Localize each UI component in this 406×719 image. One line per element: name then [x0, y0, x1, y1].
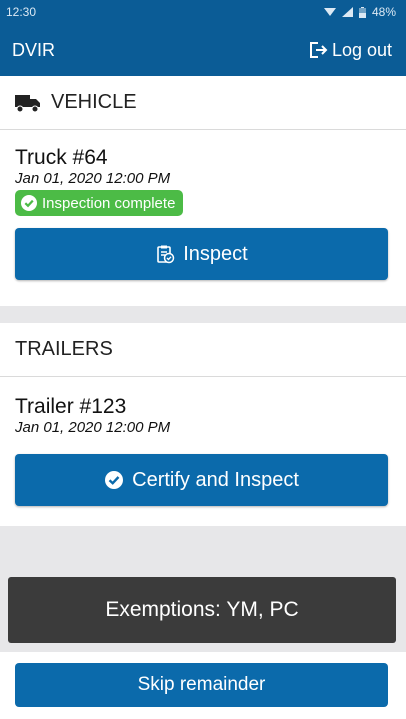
battery-icon: [358, 6, 366, 18]
clipboard-check-icon: [157, 245, 175, 264]
signal-icon: [341, 7, 353, 17]
inspect-button[interactable]: Inspect: [15, 228, 388, 280]
exemptions-label: Exemptions: YM, PC: [105, 598, 299, 621]
status-badge: Inspection complete: [15, 190, 184, 216]
trailer-date: Jan 01, 2020 12:00 PM: [15, 419, 171, 436]
status-icons: 48%: [323, 5, 396, 19]
vehicle-date: Jan 01, 2020 12:00 PM: [15, 170, 171, 187]
status-badge-label: Inspection complete: [42, 194, 176, 212]
status-bar: 12:30 48%: [0, 0, 406, 24]
trailers-section-header: TRAILERS: [0, 323, 406, 377]
logout-button[interactable]: Log out: [308, 40, 392, 61]
app-bar: DVIR Log out: [0, 24, 406, 76]
trailer-item: Trailer #123 Jan 01, 2020 12:00 PM Certi…: [0, 377, 406, 506]
trailer-name: Trailer #123: [15, 395, 127, 418]
skip-remainder-label: Skip remainder: [137, 674, 266, 695]
certify-and-inspect-button[interactable]: Certify and Inspect: [15, 454, 388, 506]
battery-percent: 48%: [371, 5, 396, 19]
skip-remainder-button[interactable]: Skip remainder: [15, 663, 388, 707]
vehicle-section-title: VEHICLE: [51, 91, 137, 113]
wifi-icon: [323, 8, 336, 16]
trailers-card: TRAILERS Trailer #123 Jan 01, 2020 12:00…: [0, 323, 406, 526]
truck-icon: [15, 94, 40, 112]
status-time: 12:30: [6, 5, 37, 19]
vehicle-card: VEHICLE Truck #64 Jan 01, 2020 12:00 PM …: [0, 76, 406, 306]
app-title: DVIR: [12, 39, 56, 60]
check-circle-icon: [21, 195, 37, 211]
footer: Skip remainder: [0, 652, 406, 719]
vehicle-name: Truck #64: [15, 146, 108, 169]
certify-and-inspect-label: Certify and Inspect: [132, 468, 299, 491]
trailers-section-title: TRAILERS: [15, 338, 113, 360]
vehicle-section-header: VEHICLE: [0, 76, 406, 130]
inspect-button-label: Inspect: [183, 242, 248, 265]
logout-icon: [309, 42, 328, 58]
vehicle-item: Truck #64 Jan 01, 2020 12:00 PM Inspecti…: [0, 130, 406, 280]
check-circle-icon: [105, 471, 124, 489]
exemptions-banner[interactable]: Exemptions: YM, PC: [8, 577, 396, 643]
logout-label: Log out: [331, 39, 392, 60]
